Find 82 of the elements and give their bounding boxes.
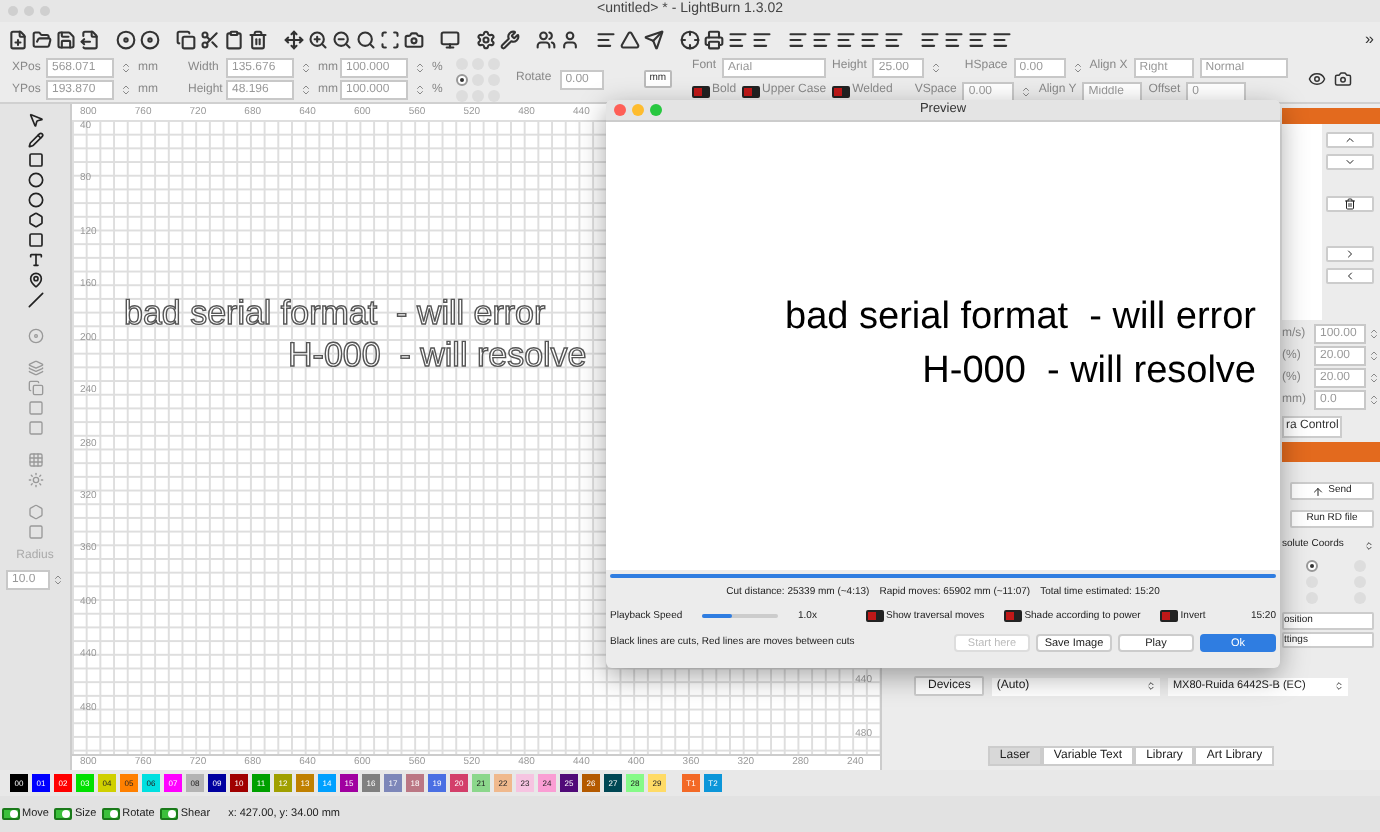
- polygon-icon[interactable]: [27, 212, 43, 228]
- square-icon[interactable]: [27, 152, 43, 168]
- move-icon[interactable]: [284, 29, 304, 49]
- export-icon[interactable]: [80, 29, 100, 49]
- disc-icon[interactable]: [116, 29, 136, 49]
- align-icon[interactable]: [596, 29, 616, 49]
- chevron-up-icon: [1344, 134, 1356, 146]
- arrow-up-icon: [1312, 485, 1325, 497]
- clipboard-icon[interactable]: [224, 29, 244, 49]
- toggle-icon[interactable]: [1160, 610, 1179, 623]
- speed-slider[interactable]: [702, 614, 778, 619]
- chevron-right-icon: [1344, 248, 1356, 260]
- toggle-icon[interactable]: [160, 808, 179, 820]
- new-file-icon[interactable]: [8, 29, 28, 49]
- camera-icon[interactable]: [404, 29, 424, 49]
- align-icon[interactable]: [812, 29, 832, 49]
- send-icon[interactable]: [644, 29, 664, 49]
- users-icon[interactable]: [536, 29, 556, 49]
- copy-icon[interactable]: [176, 29, 196, 49]
- preview-text: bad serial format - will error: [785, 294, 1256, 342]
- origin-radio[interactable]: [456, 89, 468, 101]
- circle-icon[interactable]: [27, 192, 43, 208]
- align-icon[interactable]: [752, 29, 772, 49]
- align-icon[interactable]: [884, 29, 904, 49]
- toggle-icon[interactable]: [54, 808, 73, 820]
- eye-icon[interactable]: [1307, 70, 1326, 88]
- align-icon[interactable]: [728, 29, 748, 49]
- circle-icon[interactable]: [27, 172, 43, 188]
- pin-icon[interactable]: [27, 272, 43, 288]
- trash-icon: [1344, 198, 1356, 210]
- panel-header: [1282, 442, 1380, 462]
- disc-icon[interactable]: [140, 29, 160, 49]
- settings-icon[interactable]: [476, 29, 496, 49]
- toggle-icon[interactable]: [692, 85, 711, 97]
- crosshair-icon[interactable]: [680, 29, 700, 49]
- spinner-icon: [1146, 680, 1157, 692]
- toggle-icon[interactable]: [1004, 610, 1023, 623]
- monitor-icon[interactable]: [440, 29, 460, 49]
- zoom-in-icon[interactable]: [308, 29, 328, 49]
- align-icon[interactable]: [944, 29, 964, 49]
- square-icon[interactable]: [27, 232, 43, 248]
- printer-icon[interactable]: [704, 29, 724, 49]
- zoom-out-icon[interactable]: [332, 29, 352, 49]
- pencil-icon[interactable]: [27, 132, 43, 148]
- search-icon[interactable]: [356, 29, 376, 49]
- chevron-down-icon: [1344, 156, 1356, 168]
- scissors-icon[interactable]: [200, 29, 220, 49]
- user-icon[interactable]: [560, 29, 580, 49]
- align-icon[interactable]: [992, 29, 1012, 49]
- camera-icon[interactable]: [1333, 70, 1352, 88]
- toggle-icon[interactable]: [832, 85, 851, 97]
- pointer-icon[interactable]: [27, 112, 43, 128]
- line-icon[interactable]: [27, 292, 43, 308]
- toggle-icon[interactable]: [102, 808, 121, 820]
- origin-radio[interactable]: [488, 89, 500, 101]
- align-icon[interactable]: [860, 29, 880, 49]
- save-icon[interactable]: [56, 29, 76, 49]
- align-icon[interactable]: [788, 29, 808, 49]
- triangle-icon[interactable]: [620, 29, 640, 49]
- origin-radio[interactable]: [456, 73, 468, 85]
- toggle-icon[interactable]: [2, 808, 20, 820]
- arrow-button[interactable]: [1326, 196, 1374, 212]
- spinner-icon: [1334, 680, 1344, 692]
- origin-radio[interactable]: [472, 89, 484, 101]
- outlined-text: bad serial format - will error: [124, 292, 546, 334]
- align-icon[interactable]: [920, 29, 940, 49]
- spinner-icon: [1364, 540, 1374, 552]
- chevron-left-icon: [1344, 270, 1356, 282]
- overflow-button[interactable]: »: [1365, 27, 1374, 51]
- outlined-text: H-000 - will resolve: [288, 334, 587, 376]
- toggle-icon[interactable]: [866, 610, 884, 623]
- preview-text: H-000 - will resolve: [922, 348, 1256, 396]
- wrench-icon[interactable]: [500, 29, 520, 49]
- align-icon[interactable]: [836, 29, 856, 49]
- selection-icon[interactable]: [380, 29, 400, 49]
- trash-icon[interactable]: [248, 29, 268, 49]
- align-icon[interactable]: [968, 29, 988, 49]
- folder-icon[interactable]: [32, 29, 52, 49]
- panel-header: [1282, 108, 1380, 124]
- text-icon[interactable]: [27, 252, 43, 268]
- origin-radio[interactable]: [1306, 560, 1318, 572]
- toggle-icon[interactable]: [742, 85, 761, 97]
